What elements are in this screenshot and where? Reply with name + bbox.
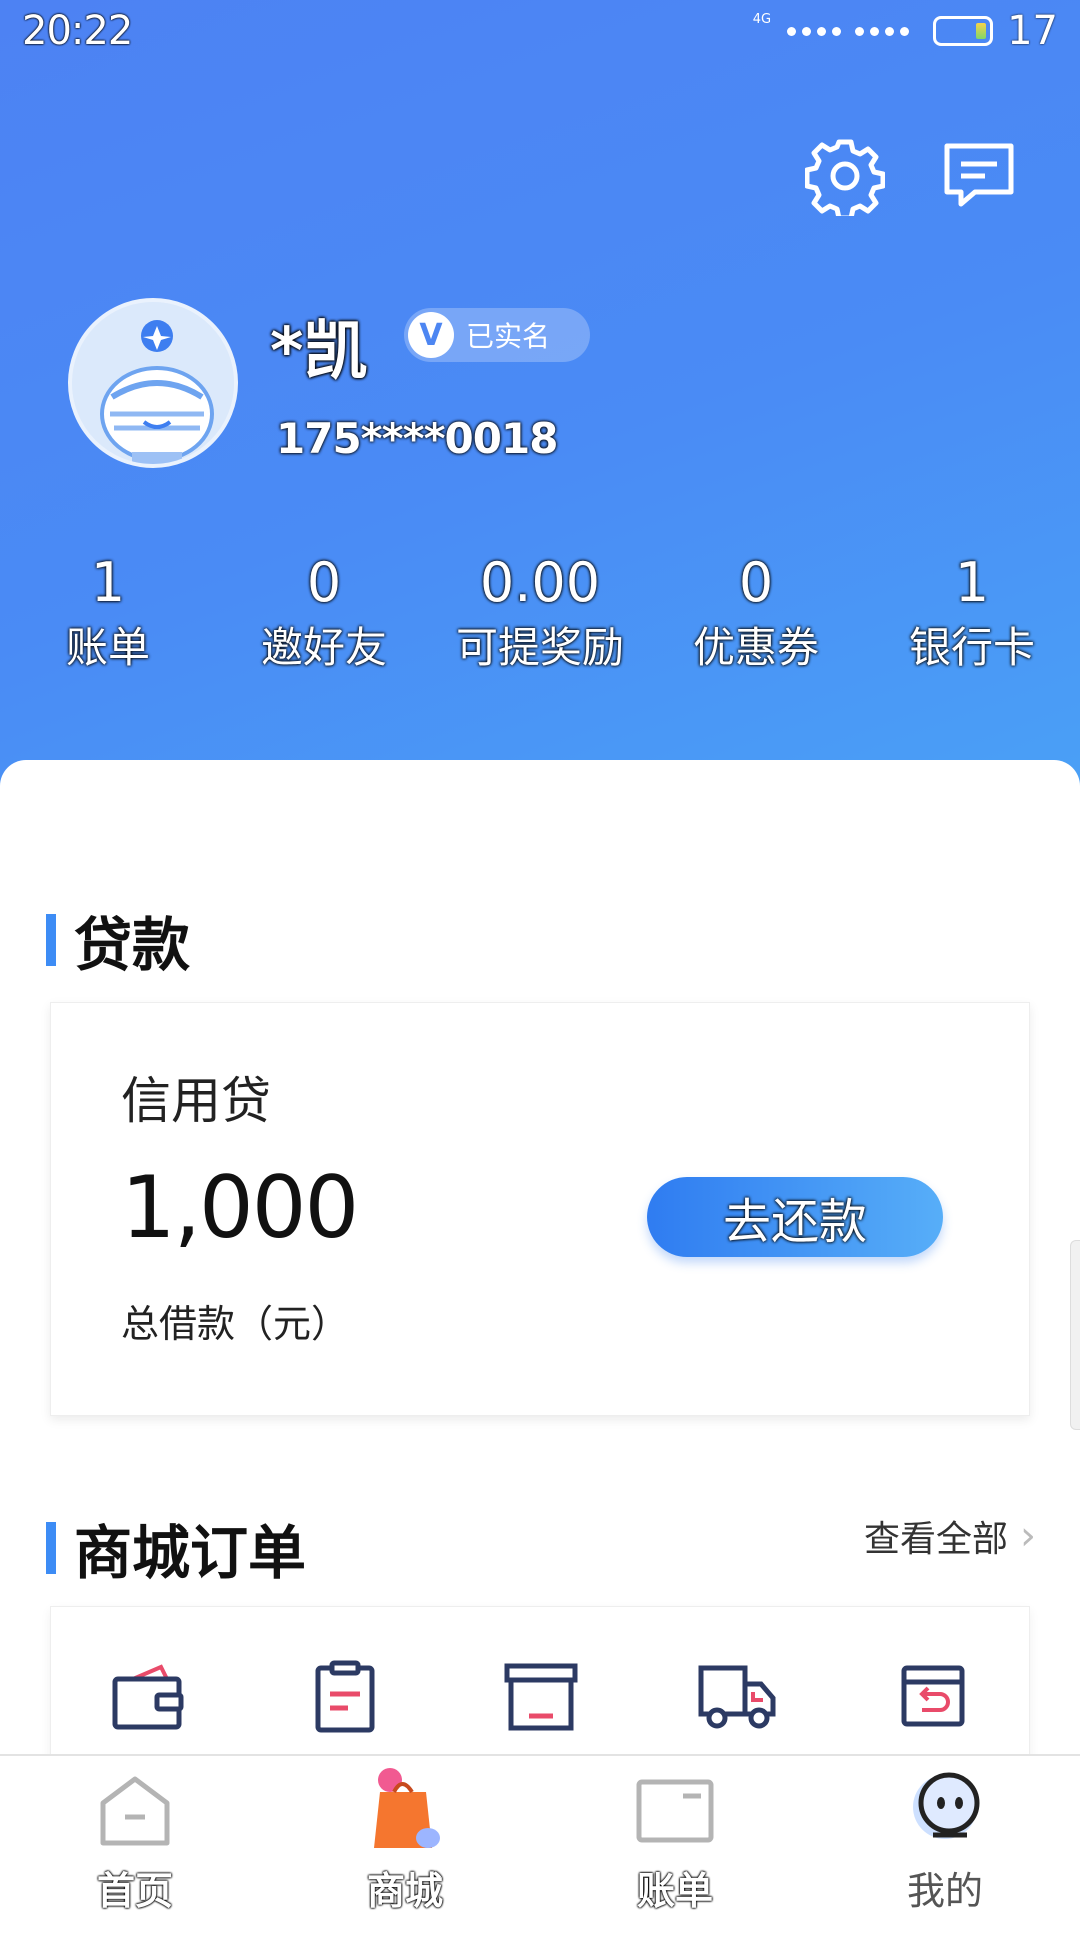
view-all-link[interactable]: 查看全部 › xyxy=(864,1510,1036,1562)
tab-label: 账单 xyxy=(636,1869,713,1913)
stat-label: 账单 xyxy=(65,623,150,672)
gear-icon[interactable] xyxy=(804,135,886,217)
signal-icon xyxy=(787,26,842,36)
tab-mine[interactable]: 我的 xyxy=(810,1756,1080,1920)
repay-button[interactable]: 去还款 xyxy=(647,1177,943,1257)
tab-label: 首页 xyxy=(96,1869,173,1913)
orders-section-title: 商城订单 xyxy=(46,1506,306,1590)
status-indicators: 4G 17 xyxy=(753,8,1058,54)
tab-home[interactable]: 首页 xyxy=(0,1756,270,1920)
section-accent-bar xyxy=(46,1522,56,1574)
stat-coupons[interactable]: 0 优惠券 xyxy=(648,548,864,678)
loan-amount-label: 总借款（元） xyxy=(121,1302,350,1346)
status-bar: 20:22 4G 17 xyxy=(0,0,1080,70)
home-icon xyxy=(90,1766,180,1856)
stat-value: 1 xyxy=(90,551,126,614)
stat-label: 可提奖励 xyxy=(455,623,624,672)
user-name: *凯 xyxy=(270,315,368,389)
bill-icon xyxy=(630,1766,720,1856)
stat-rewards[interactable]: 0.00 可提奖励 xyxy=(432,548,648,678)
stat-value: 0 xyxy=(306,551,342,614)
stat-bank-cards[interactable]: 1 银行卡 xyxy=(864,548,1080,678)
profile-header: 20:22 4G 17 *凯 V 已实名 175****0018 1 账单 0 … xyxy=(0,0,1080,790)
stat-value: 0 xyxy=(738,551,774,614)
battery-level: 17 xyxy=(1007,8,1058,54)
signal-icon-2 xyxy=(855,26,910,36)
wallet-icon[interactable] xyxy=(109,1657,189,1737)
loan-section-title: 贷款 xyxy=(46,898,190,982)
stat-label: 邀好友 xyxy=(260,623,387,672)
tiger-avatar-icon xyxy=(72,302,234,464)
verified-badge: V 已实名 xyxy=(404,308,590,362)
avatar[interactable] xyxy=(68,298,238,468)
section-title-text: 贷款 xyxy=(74,911,191,979)
section-accent-bar xyxy=(46,914,56,966)
section-title-text: 商城订单 xyxy=(74,1519,307,1587)
side-handle[interactable] xyxy=(1070,1240,1080,1430)
stat-label: 银行卡 xyxy=(908,623,1035,672)
stat-value: 0.00 xyxy=(479,551,601,614)
stat-label: 优惠券 xyxy=(692,623,819,672)
message-icon[interactable] xyxy=(938,135,1020,217)
truck-icon[interactable] xyxy=(697,1657,777,1737)
shopping-bag-icon xyxy=(360,1766,450,1856)
stat-invite[interactable]: 0 邀好友 xyxy=(216,548,432,678)
bottom-tab-bar: 首页 商城 账单 我的 xyxy=(0,1754,1080,1920)
verified-label: 已实名 xyxy=(466,320,551,353)
status-time: 20:22 xyxy=(22,8,133,54)
profile-icon xyxy=(900,1766,990,1856)
view-all-label: 查看全部 xyxy=(863,1519,1008,1560)
tab-bills[interactable]: 账单 xyxy=(540,1756,810,1920)
loan-card[interactable]: 信用贷 1,000 总借款（元） 去还款 xyxy=(50,1002,1030,1416)
tab-mall[interactable]: 商城 xyxy=(270,1756,540,1920)
stat-value: 1 xyxy=(954,551,990,614)
verified-icon: V xyxy=(408,312,454,358)
tab-label: 我的 xyxy=(906,1869,983,1913)
box-icon[interactable] xyxy=(501,1657,581,1737)
clipboard-icon[interactable] xyxy=(305,1657,385,1737)
chevron-right-icon: › xyxy=(1020,1513,1036,1559)
stats-row: 1 账单 0 邀好友 0.00 可提奖励 0 优惠券 1 银行卡 xyxy=(0,548,1080,678)
loan-amount: 1,000 xyxy=(121,1158,359,1258)
return-icon[interactable] xyxy=(893,1657,973,1737)
phone-number: 175****0018 xyxy=(276,414,558,463)
tab-label: 商城 xyxy=(366,1869,443,1913)
network-type: 4G xyxy=(752,11,772,27)
stat-bills[interactable]: 1 账单 xyxy=(0,548,216,678)
battery-icon xyxy=(933,16,994,46)
loan-type: 信用贷 xyxy=(121,1072,271,1130)
